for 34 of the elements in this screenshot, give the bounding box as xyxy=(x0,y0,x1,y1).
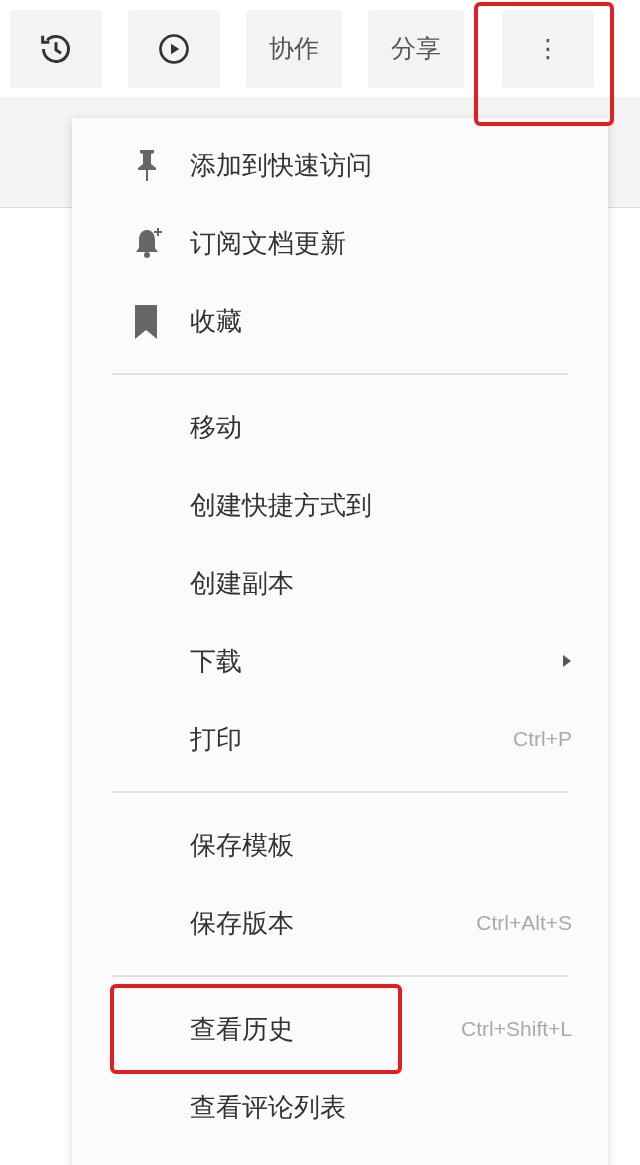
menu-item-label: 保存模板 xyxy=(190,828,295,862)
toolbar-button[interactable]: 分享 xyxy=(368,10,464,88)
play-icon xyxy=(156,31,192,67)
menu-item-label: 移动 xyxy=(190,410,243,444)
menu-item[interactable]: 保存模板 xyxy=(72,806,608,884)
shortcut-label: Ctrl+Alt+S xyxy=(476,910,572,937)
menu-item[interactable]: 移动 xyxy=(72,388,608,466)
menu-item[interactable]: 保存版本 Ctrl+Alt+S xyxy=(72,884,608,962)
toolbar-button[interactable]: 协作 xyxy=(246,10,342,88)
menu-item[interactable]: 收藏 xyxy=(72,282,608,360)
menu-item-label: 查看评论列表 xyxy=(190,1090,347,1124)
more-button[interactable]: ⋮ xyxy=(502,10,594,88)
menu-item[interactable]: 打印 Ctrl+P xyxy=(72,700,608,778)
menu-item-label: 下载 xyxy=(190,644,243,678)
menu-item-label: 添加到快速访问 xyxy=(190,148,373,182)
shortcut-label: Ctrl+Shift+L xyxy=(461,1016,572,1043)
bookmark-icon xyxy=(134,304,158,340)
menu-item[interactable]: 订阅文档更新 xyxy=(72,204,608,282)
menu-item-label: 保存版本 xyxy=(190,906,295,940)
menu-item-label: 收藏 xyxy=(190,304,243,338)
menu-item-label: 订阅文档更新 xyxy=(190,226,347,260)
menu-item[interactable]: 创建副本 xyxy=(72,544,608,622)
menu-item[interactable]: 查看历史 Ctrl+Shift+L xyxy=(72,990,608,1068)
menu-item-label: 创建快捷方式到 xyxy=(190,488,373,522)
menu-item[interactable]: 下载 xyxy=(72,622,608,700)
menu-item-label: 查看历史 xyxy=(190,1012,295,1046)
play-button[interactable] xyxy=(128,10,220,88)
menu-item[interactable]: 创建快捷方式到 xyxy=(72,466,608,544)
menu-item[interactable]: 添加到快速访问 xyxy=(72,126,608,204)
history-button[interactable] xyxy=(10,10,102,88)
menu-item[interactable]: 查看评论列表 xyxy=(72,1068,608,1146)
menu-item-label: 创建副本 xyxy=(190,566,295,600)
shortcut-label: Ctrl+P xyxy=(513,726,572,753)
menu-item-label: 打印 xyxy=(190,722,243,756)
